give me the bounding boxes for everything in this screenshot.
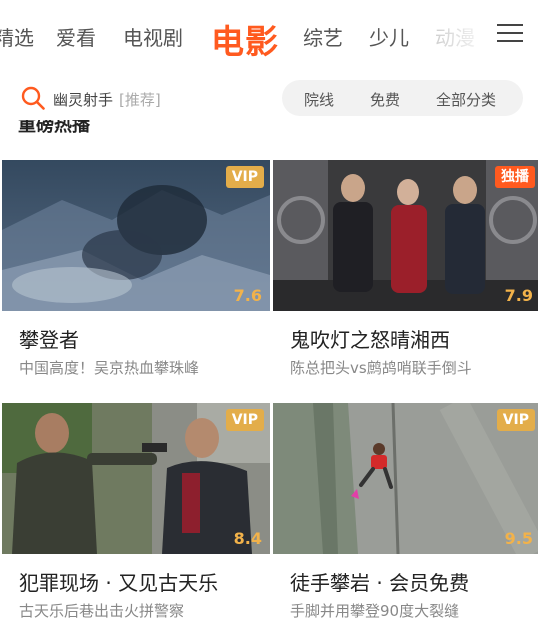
- menu-icon[interactable]: [497, 24, 523, 42]
- movie-title[interactable]: 犯罪现场 · 又见古天乐: [19, 567, 218, 596]
- rating-score: 7.9: [504, 286, 533, 305]
- section-title-text: 重磅热播: [18, 120, 90, 136]
- section-title: 重磅热播: [18, 120, 90, 140]
- movie-title[interactable]: 鬼吹灯之怒晴湘西: [290, 324, 450, 353]
- tab-tv-series[interactable]: 电视剧: [123, 22, 183, 51]
- movie-subtitle: 中国高度！吴京热血攀珠峰: [19, 359, 200, 377]
- rating-score: 7.6: [233, 286, 262, 305]
- poster-image[interactable]: VIP 8.4: [2, 403, 270, 554]
- search-recommend-tag: [推荐]: [119, 91, 161, 109]
- top-nav: 精选 爱看 电视剧 电影 综艺 少儿 动漫: [0, 0, 538, 66]
- poster-image[interactable]: 独播 7.9: [273, 160, 538, 311]
- tab-selected[interactable]: 精选: [0, 22, 34, 51]
- vip-badge: VIP: [225, 166, 264, 188]
- filter-free[interactable]: 免费: [370, 89, 400, 110]
- tab-kids[interactable]: 少儿: [369, 22, 409, 51]
- movie-subtitle: 陈总把头vs鹧鸪哨联手倒斗: [290, 359, 472, 377]
- tab-variety[interactable]: 综艺: [303, 22, 343, 51]
- exclusive-badge: 独播: [495, 166, 535, 188]
- tab-aikan[interactable]: 爱看: [56, 22, 96, 51]
- tab-fade-overlay: [425, 10, 495, 58]
- rating-score: 8.4: [233, 529, 262, 548]
- poster-image[interactable]: VIP 7.6: [2, 160, 270, 311]
- movie-title[interactable]: 徒手攀岩 · 会员免费: [290, 567, 469, 596]
- search-row: 幽灵射手 [推荐] 院线 免费 全部分类: [0, 68, 538, 128]
- movie-title[interactable]: 攀登者: [19, 324, 79, 353]
- vip-badge: VIP: [225, 409, 264, 431]
- movie-subtitle: 手脚并用攀登90度大裂缝: [290, 602, 460, 620]
- rating-score: 9.5: [504, 529, 533, 548]
- filter-theatrical[interactable]: 院线: [304, 89, 334, 110]
- filter-bar: 院线 免费 全部分类: [282, 80, 523, 116]
- movie-subtitle: 古天乐后巷出击火拼警察: [19, 602, 185, 620]
- poster-image[interactable]: VIP 9.5: [273, 403, 538, 554]
- search-input[interactable]: 幽灵射手 [推荐]: [53, 89, 161, 110]
- search-query: 幽灵射手: [53, 91, 114, 109]
- tab-movies[interactable]: 电影: [211, 15, 279, 63]
- vip-badge: VIP: [496, 409, 535, 431]
- filter-all-categories[interactable]: 全部分类: [436, 89, 496, 110]
- search-icon[interactable]: [21, 86, 45, 110]
